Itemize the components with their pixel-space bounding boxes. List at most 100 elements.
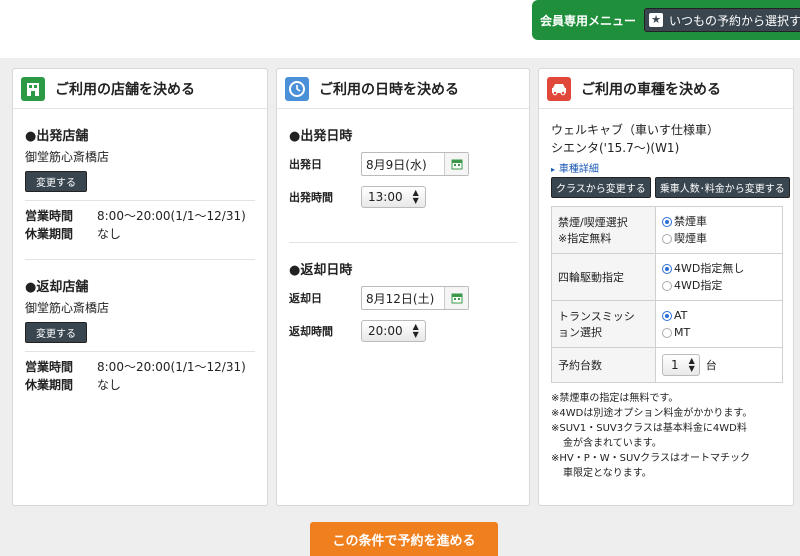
count-label: 予約台数	[551, 347, 656, 383]
return-time-label: 返却時間	[289, 325, 333, 338]
radio-no-4wd[interactable]: 4WD指定無し	[662, 260, 776, 277]
divider	[25, 351, 255, 352]
car-name-line-1: ウェルキャブ（車いす仕様車）	[551, 123, 720, 137]
transmission-label-1: トランスミッシ	[558, 310, 635, 323]
radio-selected-icon	[662, 310, 672, 321]
star-icon: ★	[649, 13, 664, 27]
departure-closed-row: 休業期間 なし	[25, 225, 255, 243]
change-return-store-button[interactable]: 変更する	[25, 322, 87, 343]
datetime-panel-header: ご利用の日時を決める	[277, 69, 529, 109]
departure-date-row: 出発日 8月9日(水)	[289, 152, 517, 176]
closed-value: なし	[97, 227, 122, 241]
note: 金が含まれています。	[563, 438, 662, 449]
car-name-line-2: シエンタ('15.7〜)(W1)	[551, 141, 680, 155]
select-usual-reservation-label: いつもの予約から選択する	[669, 13, 800, 28]
transmission-label-cell: トランスミッシ ョン選択	[551, 300, 656, 348]
smoking-label-cell: 禁煙/喫煙選択 ※指定無料	[551, 206, 656, 254]
table-row: 予約台数 1 ▲ ▼ 台	[551, 347, 783, 383]
radio-selected-icon	[662, 263, 672, 274]
radio-unselected-icon	[662, 233, 672, 244]
return-store-name: 御堂筋心斎橋店	[25, 301, 110, 315]
count-unit: 台	[705, 359, 717, 372]
return-store-heading: ●返却店舗	[25, 280, 89, 295]
departure-time-select[interactable]: 13:00 ▲ ▼	[361, 186, 426, 208]
awd-options-cell: 4WD指定無し 4WD指定	[655, 253, 783, 301]
departure-datetime-heading: ●出発日時	[289, 129, 353, 144]
radio-label: 4WD指定	[674, 279, 723, 292]
smoking-options-cell: 禁煙車 喫煙車	[655, 206, 783, 254]
radio-smoking[interactable]: 喫煙車	[662, 230, 776, 247]
hours-value: 8:00〜20:00(1/1〜12/31)	[97, 360, 246, 374]
change-departure-store-button[interactable]: 変更する	[25, 171, 87, 192]
link-arrow-icon: ▸	[551, 165, 556, 174]
note: ※禁煙車の指定は無料です。	[551, 393, 679, 404]
departure-date-value: 8月9日(水)	[366, 157, 427, 172]
departure-store-heading: ●出発店舗	[25, 129, 89, 144]
car-count-value: 1	[671, 358, 679, 372]
select-usual-reservation-button[interactable]: ★ いつもの予約から選択する	[644, 8, 800, 32]
return-time-row: 返却時間 20:00 ▲ ▼	[289, 320, 517, 342]
radio-label: MT	[674, 326, 691, 339]
radio-label: 喫煙車	[674, 232, 707, 245]
return-date-value: 8月12日(土)	[366, 291, 435, 306]
closed-value: なし	[97, 378, 122, 392]
calendar-icon[interactable]	[444, 153, 468, 175]
smoking-label: 禁煙/喫煙選択	[558, 216, 628, 229]
closed-label: 休業期間	[25, 378, 74, 392]
table-row: トランスミッシ ョン選択 AT MT	[551, 300, 783, 348]
radio-4wd[interactable]: 4WD指定	[662, 277, 776, 294]
radio-unselected-icon	[662, 327, 672, 338]
smoking-note: ※指定無料	[558, 232, 612, 245]
note: ※HV・P・W・SUVクラスはオートマチック	[551, 453, 750, 464]
main-content: ご利用の店舗を決める ●出発店舗 御堂筋心斎橋店 変更する 営業時間 8:00〜…	[0, 58, 800, 556]
store-icon	[21, 76, 45, 101]
count-cell: 1 ▲ ▼ 台	[655, 347, 783, 383]
transmission-label-2: ョン選択	[558, 326, 602, 339]
car-icon	[547, 76, 571, 101]
datetime-panel-title: ご利用の日時を決める	[319, 81, 459, 98]
radio-unselected-icon	[662, 280, 672, 291]
return-datetime-heading: ●返却日時	[289, 263, 353, 278]
car-panel-header: ご利用の車種を決める	[539, 69, 793, 109]
departure-hours-row: 営業時間 8:00〜20:00(1/1〜12/31)	[25, 207, 255, 225]
departure-store-name: 御堂筋心斎橋店	[25, 150, 110, 164]
return-date-label: 返却日	[289, 292, 322, 305]
member-menu-bar: 会員専用メニュー ★ いつもの予約から選択する	[532, 0, 800, 40]
notes: ※禁煙車の指定は無料です。 ※4WDは別途オプション料金がかかります。 ※SUV…	[551, 391, 781, 481]
proceed-reservation-button[interactable]: この条件で予約を進める	[310, 522, 498, 556]
return-time-value: 20:00	[368, 324, 403, 338]
radio-mt[interactable]: MT	[662, 324, 776, 341]
datetime-panel: ご利用の日時を決める ●出発日時 出発日 8月9日(水) 出発時間 13:00 …	[276, 68, 530, 506]
return-date-input[interactable]: 8月12日(土)	[361, 286, 469, 310]
table-row: 禁煙/喫煙選択 ※指定無料 禁煙車 喫煙車	[551, 206, 783, 254]
table-row: 四輪駆動指定 4WD指定無し 4WD指定	[551, 253, 783, 301]
store-panel-header: ご利用の店舗を決める	[13, 69, 267, 109]
radio-nonsmoking[interactable]: 禁煙車	[662, 213, 776, 230]
return-date-row: 返却日 8月12日(土)	[289, 286, 517, 310]
hours-label: 営業時間	[25, 360, 74, 374]
select-arrows-icon: ▲ ▼	[688, 356, 695, 373]
divider	[25, 200, 255, 201]
return-time-select[interactable]: 20:00 ▲ ▼	[361, 320, 426, 342]
select-arrows-icon: ▲ ▼	[412, 322, 419, 339]
departure-date-input[interactable]: 8月9日(水)	[361, 152, 469, 176]
transmission-options-cell: AT MT	[655, 300, 783, 348]
note: ※4WDは別途オプション料金がかかります。	[551, 408, 753, 419]
car-count-select[interactable]: 1 ▲ ▼	[662, 354, 700, 376]
radio-label: AT	[674, 309, 688, 322]
departure-time-value: 13:00	[368, 190, 403, 204]
car-panel: ご利用の車種を決める ウェルキャブ（車いす仕様車） シエンタ('15.7〜)(W…	[538, 68, 794, 506]
change-by-class-button[interactable]: クラスから変更する	[551, 177, 651, 198]
radio-at[interactable]: AT	[662, 307, 776, 324]
return-closed-row: 休業期間 なし	[25, 376, 255, 394]
radio-selected-icon	[662, 216, 672, 227]
calendar-icon[interactable]	[444, 287, 468, 309]
change-by-people-button[interactable]: 乗車人数･料金から変更する	[654, 177, 790, 198]
select-arrows-icon: ▲ ▼	[412, 188, 419, 205]
store-panel: ご利用の店舗を決める ●出発店舗 御堂筋心斎橋店 変更する 営業時間 8:00〜…	[12, 68, 268, 506]
options-table: 禁煙/喫煙選択 ※指定無料 禁煙車 喫煙車 四輪駆動指定 4WD指定無し 4WD…	[551, 206, 783, 383]
departure-date-label: 出発日	[289, 158, 322, 171]
awd-label: 四輪駆動指定	[551, 253, 656, 301]
car-detail-link[interactable]: 車種詳細	[559, 164, 599, 175]
departure-time-label: 出発時間	[289, 191, 333, 204]
